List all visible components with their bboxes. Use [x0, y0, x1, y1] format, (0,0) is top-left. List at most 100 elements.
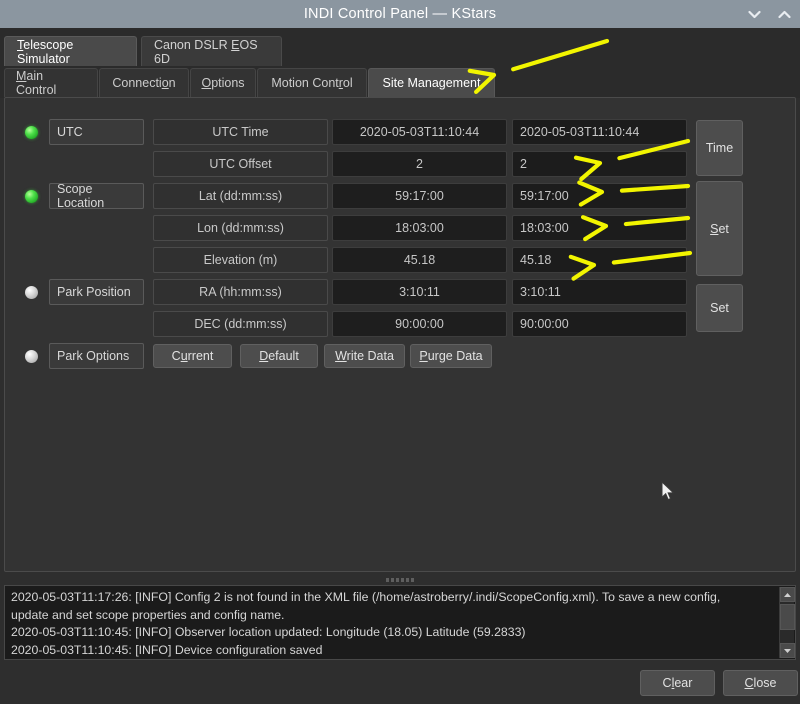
input-value: 2 — [520, 157, 527, 171]
button-label: Close — [744, 676, 777, 690]
field-label-utc-offset: UTC Offset — [153, 151, 328, 177]
status-led-park-position — [25, 286, 38, 299]
field-label-ra: RA (hh:mm:ss) — [153, 279, 328, 305]
scroll-down-icon[interactable] — [780, 643, 795, 658]
input-dec[interactable]: 90:00:00 — [512, 311, 687, 337]
log-text[interactable]: 2020-05-03T11:17:26: [INFO] Config 2 is … — [11, 589, 773, 659]
field-label-text: Elevation (m) — [203, 253, 278, 267]
tab-label: Options — [201, 76, 245, 90]
field-label-text: UTC Offset — [209, 157, 272, 171]
value-text: 45.18 — [403, 253, 436, 267]
property-name-park-position[interactable]: Park Position — [49, 279, 144, 305]
button-label: Write Data — [335, 349, 394, 363]
input-value: 18:03:00 — [520, 221, 569, 235]
property-name-utc[interactable]: UTC — [49, 119, 144, 145]
input-value: 3:10:11 — [520, 285, 561, 299]
value-lon: 18:03:00 — [332, 215, 507, 241]
value-utc-time: 2020-05-03T11:10:44 — [332, 119, 507, 145]
value-text: 18:03:00 — [395, 221, 444, 235]
tab-label: Main Control — [16, 69, 57, 97]
field-label-text: UTC Time — [212, 125, 269, 139]
property-tab-bar: Main Control Connection Options Motion C… — [0, 66, 800, 98]
button-label: Purge Data — [419, 349, 483, 363]
tab-connection[interactable]: Connection — [99, 68, 189, 97]
button-label: Time — [705, 141, 734, 155]
tab-label: Site Management — [382, 76, 481, 90]
field-label-lon: Lon (dd:mm:ss) — [153, 215, 328, 241]
device-tab-bar: Telescope Simulator Canon DSLR EOS 6D — [0, 28, 800, 66]
status-led-park-options — [25, 350, 38, 363]
input-value: 45.18 — [520, 253, 552, 267]
input-ra[interactable]: 3:10:11 — [512, 279, 687, 305]
close-button[interactable]: Close — [723, 670, 798, 696]
indi-control-panel-window: INDI Control Panel — KStars Telescope Si… — [0, 0, 800, 704]
input-elevation[interactable]: 45.18 — [512, 247, 687, 273]
property-name-scope-location[interactable]: Scope Location — [49, 182, 144, 210]
device-tab-label: Canon DSLR EOS 6D — [154, 37, 258, 66]
value-elevation: 45.18 — [332, 247, 507, 273]
value-utc-offset: 2 — [332, 151, 507, 177]
field-label-dec: DEC (dd:mm:ss) — [153, 311, 328, 337]
status-led-scope-location — [25, 190, 38, 203]
field-label-lat: Lat (dd:mm:ss) — [153, 183, 328, 209]
property-name-label: UTC — [57, 125, 83, 139]
button-label: Clear — [662, 676, 693, 690]
park-write-data-button[interactable]: Write Data — [324, 344, 405, 368]
splitter-dots — [386, 577, 414, 582]
tab-motion-control[interactable]: Motion Control — [257, 68, 367, 97]
button-label: Set — [710, 301, 729, 315]
value-text: 59:17:00 — [395, 189, 444, 203]
park-purge-data-button[interactable]: Purge Data — [410, 344, 492, 368]
button-label: Current — [171, 349, 214, 363]
input-value: 90:00:00 — [520, 317, 569, 331]
input-value: 2020-05-03T11:10:44 — [520, 125, 640, 139]
device-tab-canon-dslr-eos-6d[interactable]: Canon DSLR EOS 6D — [141, 36, 282, 66]
value-text: 2020-05-03T11:10:44 — [359, 125, 480, 139]
set-time-button[interactable]: Time — [696, 120, 743, 176]
log-scrollbar-thumb[interactable] — [780, 604, 795, 630]
value-text: 90:00:00 — [395, 317, 444, 331]
chevron-up-icon[interactable] — [776, 6, 792, 22]
input-utc-time[interactable]: 2020-05-03T11:10:44 — [512, 119, 687, 145]
title-bar: INDI Control Panel — KStars — [0, 0, 800, 28]
set-park-position-button[interactable]: Set — [696, 284, 743, 332]
field-label-text: Lat (dd:mm:ss) — [198, 189, 283, 203]
property-name-label: Park Options — [57, 349, 130, 363]
field-label-text: RA (hh:mm:ss) — [199, 285, 282, 299]
set-location-button[interactable]: Set — [696, 181, 743, 276]
value-text: 3:10:11 — [399, 285, 440, 299]
scroll-up-icon[interactable] — [780, 587, 795, 602]
field-label-text: Lon (dd:mm:ss) — [197, 221, 284, 235]
device-tab-label: Telescope Simulator — [17, 37, 74, 66]
property-name-park-options[interactable]: Park Options — [49, 343, 144, 369]
splitter-handle[interactable] — [4, 574, 796, 585]
tab-options[interactable]: Options — [190, 68, 256, 97]
property-name-label: Park Position — [57, 285, 131, 299]
value-dec: 90:00:00 — [332, 311, 507, 337]
value-text: 2 — [416, 157, 423, 171]
site-management-panel: UTC UTC Time 2020-05-03T11:10:44 2020-05… — [4, 97, 796, 572]
value-lat: 59:17:00 — [332, 183, 507, 209]
tab-label: Motion Control — [271, 76, 353, 90]
chevron-down-icon[interactable] — [746, 6, 762, 22]
park-default-button[interactable]: Default — [240, 344, 318, 368]
tab-main-control[interactable]: Main Control — [4, 68, 98, 97]
field-label-utc-time: UTC Time — [153, 119, 328, 145]
field-label-text: DEC (dd:mm:ss) — [194, 317, 287, 331]
tab-label: Connection — [112, 76, 176, 90]
clear-button[interactable]: Clear — [640, 670, 715, 696]
status-led-utc — [25, 126, 38, 139]
log-panel: 2020-05-03T11:17:26: [INFO] Config 2 is … — [4, 585, 796, 660]
park-current-button[interactable]: Current — [153, 344, 232, 368]
field-label-elevation: Elevation (m) — [153, 247, 328, 273]
input-lat[interactable]: 59:17:00 — [512, 183, 687, 209]
input-lon[interactable]: 18:03:00 — [512, 215, 687, 241]
input-utc-offset[interactable]: 2 — [512, 151, 687, 177]
value-ra: 3:10:11 — [332, 279, 507, 305]
property-name-label: Scope Location — [57, 182, 105, 210]
device-tab-telescope-simulator[interactable]: Telescope Simulator — [4, 36, 137, 66]
window-title: INDI Control Panel — KStars — [303, 6, 497, 22]
button-label: Set — [710, 221, 729, 236]
tab-site-management[interactable]: Site Management — [368, 68, 495, 97]
log-scrollbar[interactable] — [779, 587, 795, 658]
